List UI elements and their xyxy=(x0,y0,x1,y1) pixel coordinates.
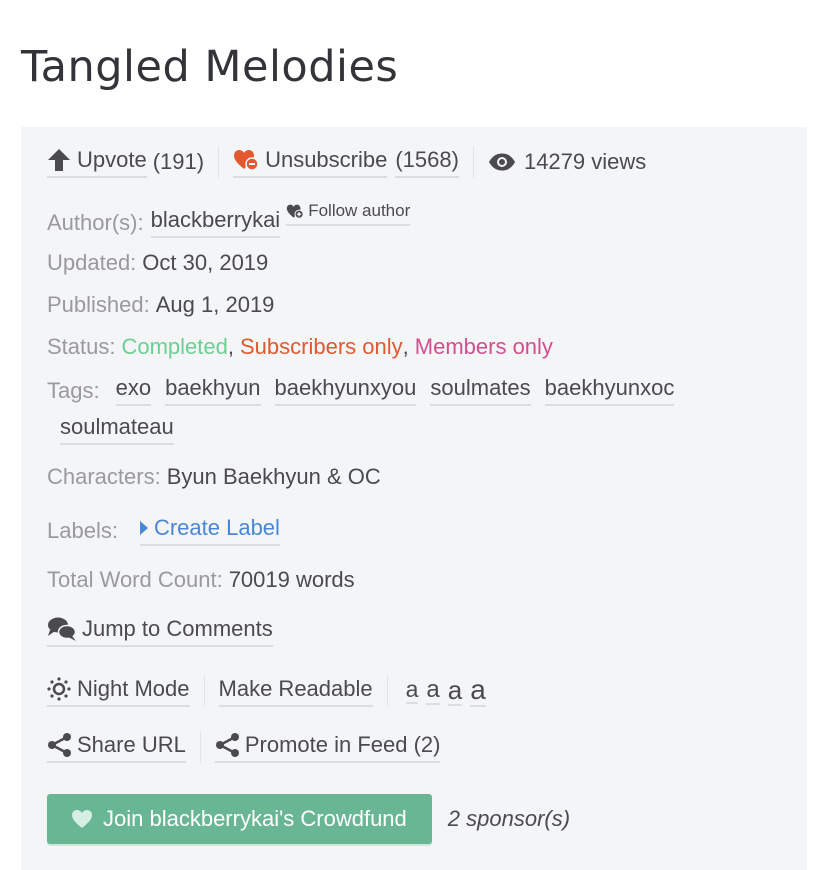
unsubscribe-button[interactable]: Unsubscribe xyxy=(233,146,388,178)
crowdfund-row: Join blackberrykai's Crowdfund 2 sponsor… xyxy=(47,794,570,844)
divider xyxy=(199,731,201,763)
share-row: Share URL Promote in Feed (2) xyxy=(47,731,441,763)
tag-link[interactable]: soulmateau xyxy=(60,414,174,445)
tag-link[interactable]: baekhyunxoc xyxy=(544,375,675,406)
arrow-up-icon xyxy=(47,148,71,172)
tag-link[interactable]: baekhyunxyou xyxy=(274,375,417,406)
status-label: Status: xyxy=(47,334,116,359)
characters-row: Characters: Byun Baekhyun & OC xyxy=(47,464,381,490)
upvote-label: Upvote xyxy=(77,146,147,172)
divider xyxy=(218,146,220,178)
share-icon xyxy=(215,732,241,758)
jump-to-comments-label: Jump to Comments xyxy=(82,616,273,641)
author-label: Author(s): xyxy=(47,209,144,235)
tag-link[interactable]: baekhyun xyxy=(165,375,261,406)
make-readable-button[interactable]: Make Readable xyxy=(218,676,373,707)
published-label: Published: xyxy=(47,292,150,317)
heart-icon xyxy=(71,809,93,829)
updated-row: Updated: Oct 30, 2019 xyxy=(47,250,268,276)
font-size-4-button[interactable]: a xyxy=(470,675,486,707)
comments-icon xyxy=(47,616,77,642)
sponsor-count: 2 sponsor(s) xyxy=(447,806,571,831)
view-count: 14279 views xyxy=(523,149,647,174)
status-members-only: Members only xyxy=(414,334,553,359)
jump-to-comments-link[interactable]: Jump to Comments xyxy=(47,616,273,647)
font-size-1-button[interactable]: a xyxy=(405,678,419,704)
status-separator: , xyxy=(227,334,234,359)
share-icon xyxy=(47,732,73,758)
story-info-panel: Upvote (191) Unsubscribe (1568) 14279 vi… xyxy=(21,127,807,870)
subscriber-count-link[interactable]: (1568) xyxy=(395,147,459,178)
divider xyxy=(386,675,388,707)
promote-in-feed-label: Promote in Feed (2) xyxy=(244,731,441,757)
eye-icon xyxy=(488,153,516,171)
follow-author-label: Follow author xyxy=(308,201,411,220)
join-crowdfund-button[interactable]: Join blackberrykai's Crowdfund xyxy=(47,794,432,844)
font-size-2-button[interactable]: a xyxy=(426,677,440,705)
night-mode-toggle[interactable]: Night Mode xyxy=(47,676,190,707)
tags-row: Tags: exo baekhyun baekhyunxyou soulmate… xyxy=(47,375,688,406)
tags-row-2: soulmateau xyxy=(60,414,188,445)
status-completed: Completed xyxy=(121,334,228,359)
divider xyxy=(472,146,474,178)
tag-link[interactable]: soulmates xyxy=(430,375,531,406)
caret-right-icon xyxy=(139,521,148,535)
stats-row: Upvote (191) Unsubscribe (1568) 14279 vi… xyxy=(47,146,646,178)
characters-label: Characters: xyxy=(47,464,161,489)
join-crowdfund-label: Join blackberrykai's Crowdfund xyxy=(103,806,407,831)
status-subscribers-only: Subscribers only xyxy=(240,334,403,359)
author-link[interactable]: blackberrykai xyxy=(150,207,281,238)
labels-row: Labels: Create Label xyxy=(47,515,280,546)
heart-minus-icon xyxy=(233,149,259,171)
characters-value: Byun Baekhyun & OC xyxy=(166,464,381,489)
create-label-button[interactable]: Create Label xyxy=(139,515,280,546)
status-row: Status: Completed, Subscribers only, Mem… xyxy=(47,334,553,360)
updated-label: Updated: xyxy=(47,250,137,275)
share-url-label: Share URL xyxy=(77,731,186,757)
divider xyxy=(203,675,205,707)
unsubscribe-label: Unsubscribe xyxy=(265,146,388,172)
tag-link[interactable]: exo xyxy=(115,375,152,406)
share-url-button[interactable]: Share URL xyxy=(47,732,186,763)
heart-plus-icon xyxy=(286,204,304,219)
published-date: Aug 1, 2019 xyxy=(155,292,275,317)
reading-options-row: Night Mode Make Readable a a a a xyxy=(47,675,494,707)
updated-date: Oct 30, 2019 xyxy=(142,250,269,275)
upvote-button[interactable]: Upvote xyxy=(47,147,147,178)
promote-in-feed-button[interactable]: Promote in Feed (2) xyxy=(214,731,441,763)
night-mode-label: Night Mode xyxy=(77,675,190,701)
status-separator: , xyxy=(402,334,409,359)
author-row: Author(s): blackberrykai Follow author xyxy=(47,201,411,238)
word-count-value: 70019 words xyxy=(228,567,355,592)
story-title: Tangled Melodies xyxy=(21,42,399,92)
font-size-3-button[interactable]: a xyxy=(447,677,463,706)
word-count-row: Total Word Count: 70019 words xyxy=(47,567,355,593)
comments-row: Jump to Comments xyxy=(47,616,273,647)
create-label-text: Create Label xyxy=(153,515,280,540)
upvote-count: (191) xyxy=(152,149,205,174)
tags-label: Tags: xyxy=(47,377,100,403)
follow-author-button[interactable]: Follow author xyxy=(286,201,411,226)
published-row: Published: Aug 1, 2019 xyxy=(47,292,274,318)
labels-label: Labels: xyxy=(47,517,118,543)
sun-icon xyxy=(47,676,71,701)
word-count-label: Total Word Count: xyxy=(47,567,223,592)
